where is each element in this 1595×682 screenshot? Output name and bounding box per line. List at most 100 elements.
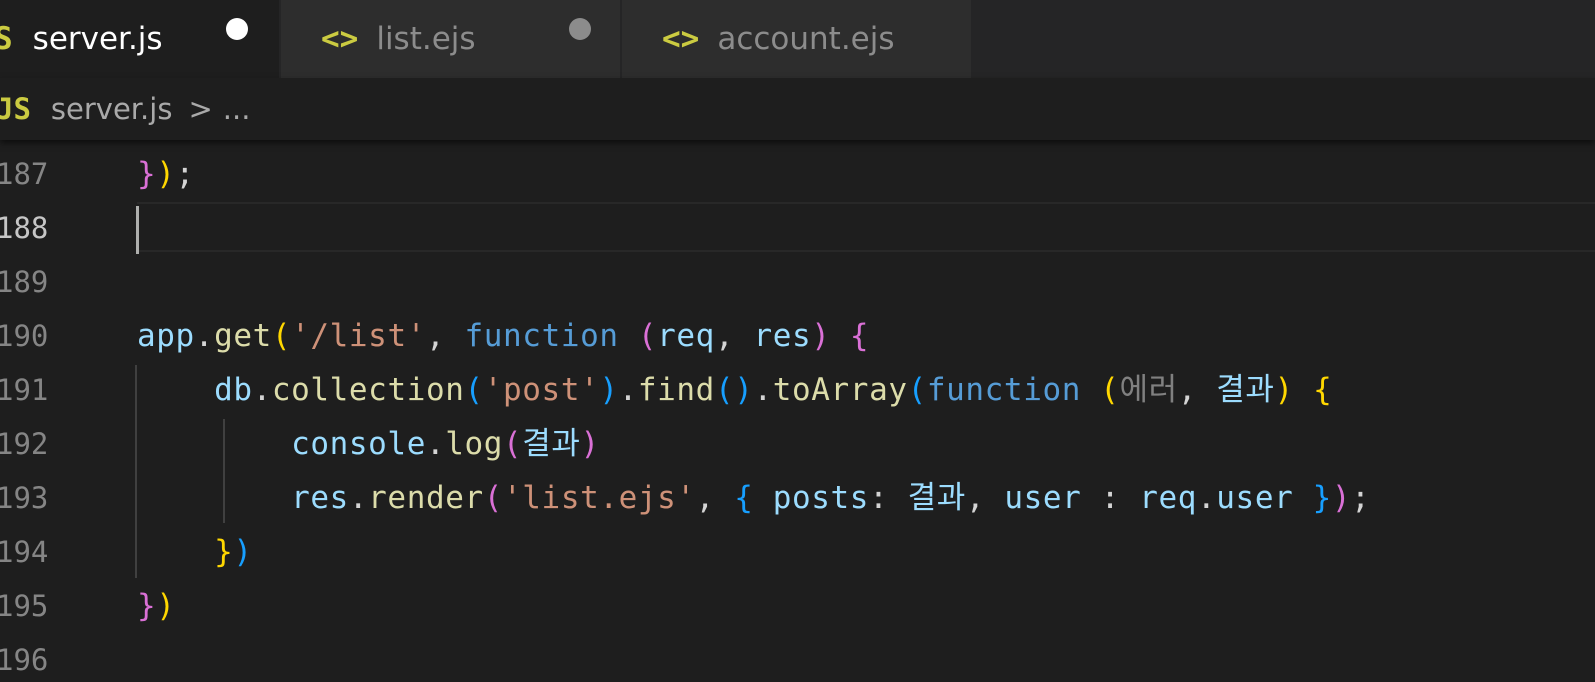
javascript-file-icon: JS [0,92,31,126]
code-token: , [1177,372,1217,408]
code-line[interactable]: 189 [0,255,1595,309]
code-token: user [1004,480,1082,516]
code-brackets-icon: <> [321,21,359,57]
code-token: : [1081,480,1140,516]
code-token: posts [772,480,870,516]
code-token: '/list' [291,318,426,354]
code-token: res [291,480,349,516]
tab-label: server.js [32,21,163,57]
tab-list-ejs[interactable]: <> list.ejs [281,0,621,78]
code-token: 'post' [483,372,600,408]
code-token: ( [503,426,523,462]
code-token: get [214,318,272,354]
code-token: req [657,318,715,354]
code-token: ; [175,156,195,192]
code-token: } [137,588,157,624]
line-number: 187 [0,157,49,191]
code-text[interactable]: app.get('/list', function (req, res) { [137,309,869,363]
code-token: find [637,372,715,408]
breadcrumb: JS server.js > ... [0,78,1595,140]
code-token: ) [1331,480,1352,516]
code-token: } [137,156,157,192]
chevron-right-icon: > [188,92,213,126]
code-token: ) [811,318,831,354]
code-text[interactable]: }); [137,147,195,201]
code-line[interactable]: 191 db.collection('post').find().toArray… [0,363,1595,417]
code-editor[interactable]: 187}); 188 189 190 app.get('/list', function… [0,140,1595,682]
code-token: ( [714,372,735,408]
line-number: 188 [0,211,49,245]
breadcrumb-more[interactable]: ... [223,92,251,126]
tab-account-ejs[interactable]: <> account.ejs [622,0,972,78]
code-token: ( [1100,372,1120,408]
code-token: ( [271,318,292,354]
code-line[interactable]: 193 res.render('list.ejs', { posts: 결과, … [0,471,1595,525]
tab-label: list.ejs [376,21,476,57]
tab-label: account.ejs [717,21,895,57]
code-text[interactable]: db.collection('post').find().toArray(fun… [137,363,1332,417]
unsaved-changes-dot-icon[interactable] [569,18,591,40]
line-number: 191 [0,373,49,407]
code-token: 결과 [1216,372,1275,408]
code-text[interactable]: console.log(결과) [137,417,600,471]
code-token: ( [483,480,504,516]
code-token: . [348,480,369,516]
code-token: res [753,318,812,354]
code-token: : [869,480,908,516]
code-line[interactable]: 194 }) [0,525,1595,579]
code-text[interactable]: }) [137,579,176,633]
code-line[interactable]: 195}) [0,579,1595,633]
code-line[interactable]: 196 [0,633,1595,682]
line-number: 194 [0,535,49,569]
code-token: , [425,318,465,354]
code-text[interactable]: res.render('list.ejs', { posts: 결과, user… [137,471,1370,525]
code-line[interactable]: 187}); [0,147,1595,201]
code-token: ( [637,318,658,354]
tab-server-js[interactable]: S server.js [0,0,280,78]
code-token: . [252,372,272,408]
code-token: { [734,480,754,516]
code-token: user [1216,480,1294,516]
code-token: ) [580,426,600,462]
code-token: , [695,480,735,516]
code-token: } [1312,480,1332,516]
code-token: 에러 [1119,372,1178,408]
code-token: render [368,480,484,516]
code-token: ; [1351,480,1371,516]
code-token: . [618,372,638,408]
code-line[interactable]: 188 [0,201,1595,255]
breadcrumb-file[interactable]: server.js [51,92,173,126]
code-token: ) [734,372,754,408]
code-token: } [214,534,234,570]
code-token: collection [271,372,465,408]
code-token: log [445,426,504,462]
code-token: ) [156,156,176,192]
code-line[interactable]: 190 app.get('/list', function (req, res) … [0,309,1595,363]
code-text[interactable]: }) [137,525,253,579]
code-token: function [926,372,1081,408]
code-token: , [965,480,1005,516]
editor-tab-bar: S server.js <> list.ejs <> account.ejs [0,0,1595,78]
code-token: app [137,318,195,354]
line-number: 195 [0,589,49,623]
code-token: . [425,426,446,462]
code-token: req [1139,480,1198,516]
code-brackets-icon: <> [662,21,700,57]
code-token: . [1197,480,1217,516]
code-token: ( [907,372,927,408]
code-token: . [194,318,215,354]
code-token: , [714,318,754,354]
code-token: . [753,372,773,408]
line-number: 190 [0,319,49,353]
code-line[interactable]: 192 console.log(결과) [0,417,1595,471]
unsaved-changes-dot-icon[interactable] [226,18,248,40]
